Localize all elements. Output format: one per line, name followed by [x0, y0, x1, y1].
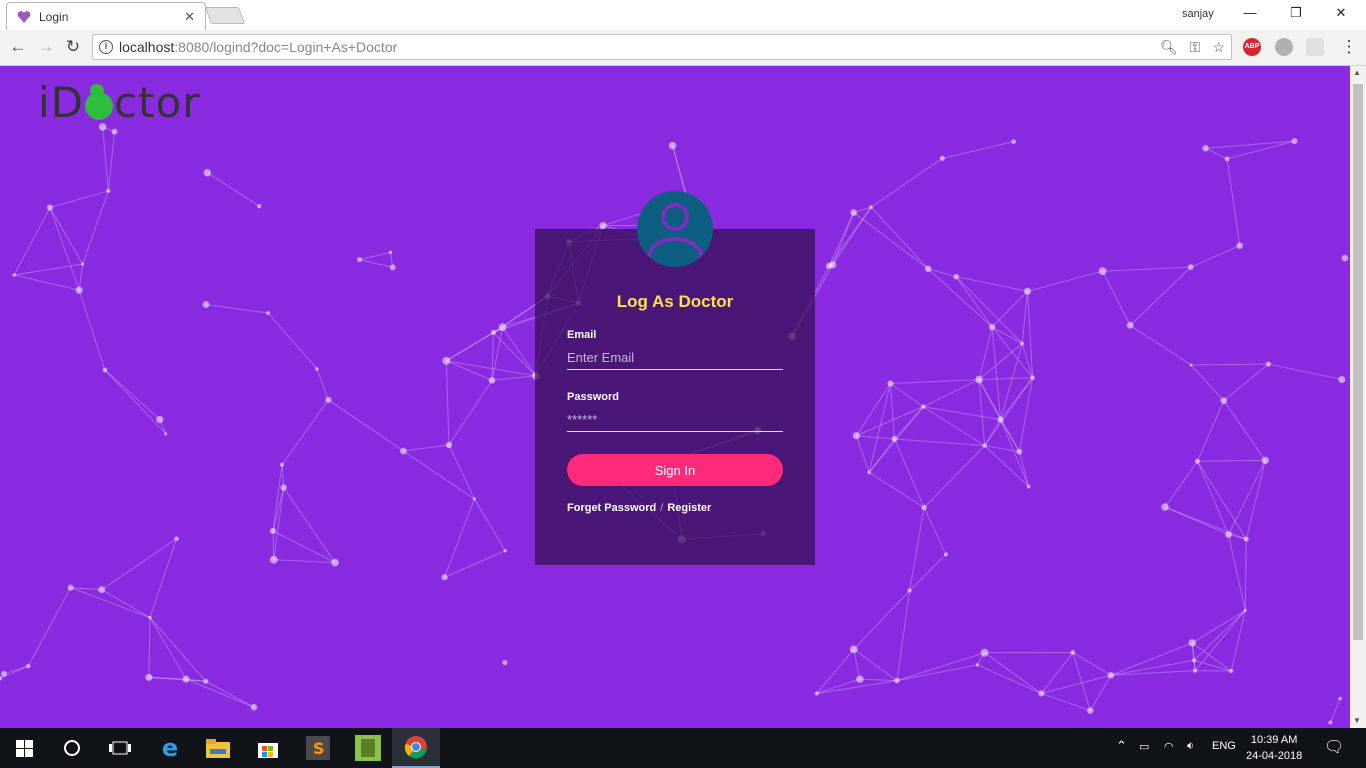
clock-date: 24-04-2018 — [1246, 750, 1303, 762]
chrome-icon — [404, 736, 427, 759]
auth-links: Forget Password / Register — [567, 502, 711, 514]
extension-shield-icon[interactable] — [1306, 38, 1324, 56]
login-page: iDctor Log As Doctor Email Password Sign… — [0, 66, 1350, 728]
bookmark-star-icon[interactable]: ☆ — [1212, 39, 1225, 56]
heart-icon — [17, 10, 31, 23]
email-input[interactable] — [567, 346, 783, 370]
tray-chevron-icon[interactable]: ⌃ — [1116, 738, 1127, 754]
notification-icon[interactable]: 🗨︎ — [1324, 737, 1344, 757]
logo-dot-icon — [90, 84, 104, 98]
app-button[interactable] — [344, 728, 392, 768]
adblock-icon[interactable]: ABP — [1243, 38, 1261, 56]
link-separator: / — [660, 502, 664, 514]
scroll-up-icon[interactable]: ▲ — [1353, 68, 1361, 77]
register-link[interactable]: Register — [667, 502, 711, 514]
wifi-icon[interactable]: ◠ — [1164, 740, 1174, 753]
page-scrollbar[interactable]: ▲ ▼ — [1350, 66, 1366, 728]
app-green-icon — [355, 735, 381, 761]
scrollbar-thumb[interactable] — [1353, 84, 1363, 640]
browser-toolbar: ← → ↻ i localhost:8080/logind?doc=Login+… — [0, 30, 1366, 66]
sign-in-button[interactable]: Sign In — [567, 454, 783, 486]
folder-icon — [206, 739, 230, 758]
reload-icon[interactable]: ↻ — [62, 37, 84, 57]
restore-icon[interactable]: ❐ — [1281, 5, 1311, 21]
app-logo: iD ctor — [38, 78, 201, 127]
edge-icon: e — [161, 734, 179, 762]
sublime-icon: S — [306, 736, 330, 760]
tab-title: Login — [39, 9, 69, 24]
scroll-down-icon[interactable]: ▼ — [1353, 716, 1361, 725]
store-icon — [258, 743, 278, 758]
minimize-icon[interactable]: — — [1235, 5, 1265, 20]
key-icon[interactable]: ⚿ — [1190, 39, 1201, 56]
password-input[interactable] — [567, 408, 783, 432]
windows-logo-icon — [15, 739, 33, 757]
language-indicator[interactable]: ENG — [1212, 740, 1236, 752]
new-tab-button[interactable] — [204, 7, 246, 24]
url-text[interactable]: localhost:8080/logind?doc=Login+As+Docto… — [119, 39, 397, 55]
svg-text:S: S — [313, 739, 325, 758]
battery-icon[interactable]: ▭ — [1139, 740, 1149, 753]
address-bar[interactable]: i localhost:8080/logind?doc=Login+As+Doc… — [92, 34, 1232, 60]
store-button[interactable] — [244, 728, 292, 768]
task-view-button[interactable] — [96, 728, 144, 768]
user-avatar-icon — [637, 191, 713, 267]
close-tab-icon[interactable]: ✕ — [184, 9, 195, 25]
clock[interactable]: 10:39 AM 24-04-2018 — [1246, 732, 1302, 764]
task-view-icon — [109, 741, 131, 755]
sublime-button[interactable]: S — [294, 728, 342, 768]
extension-cloud-icon[interactable] — [1275, 38, 1293, 56]
forward-icon[interactable]: → — [35, 37, 57, 57]
forget-password-link[interactable]: Forget Password — [567, 502, 656, 514]
browser-tabbar: Login ✕ sanjay — ❐ ✕ — [0, 0, 1366, 30]
password-label: Password — [567, 391, 619, 403]
start-button[interactable] — [0, 728, 48, 768]
menu-icon[interactable]: ⋮ — [1338, 37, 1360, 57]
profile-name[interactable]: sanjay — [1182, 8, 1214, 20]
login-title: Log As Doctor — [616, 292, 734, 311]
windows-taskbar: e S ⌃ ▭ ◠ 🔉︎ ENG 10:39 AM 24-04-2018 🗨︎ — [0, 728, 1366, 768]
search-cortana-button[interactable] — [48, 728, 96, 768]
clock-time: 10:39 AM — [1250, 734, 1298, 746]
browser-tab[interactable]: Login ✕ — [6, 2, 206, 30]
edge-button[interactable]: e — [146, 728, 194, 768]
zoom-icon[interactable]: 🔍︎ — [1160, 39, 1178, 56]
cortana-icon — [64, 740, 80, 756]
email-label: Email — [567, 329, 597, 341]
info-icon[interactable]: i — [99, 40, 113, 54]
file-explorer-button[interactable] — [194, 728, 242, 768]
window-close-icon[interactable]: ✕ — [1326, 5, 1356, 21]
back-icon[interactable]: ← — [7, 37, 29, 57]
volume-icon[interactable]: 🔉︎ — [1187, 740, 1194, 753]
chrome-button[interactable] — [392, 728, 440, 768]
